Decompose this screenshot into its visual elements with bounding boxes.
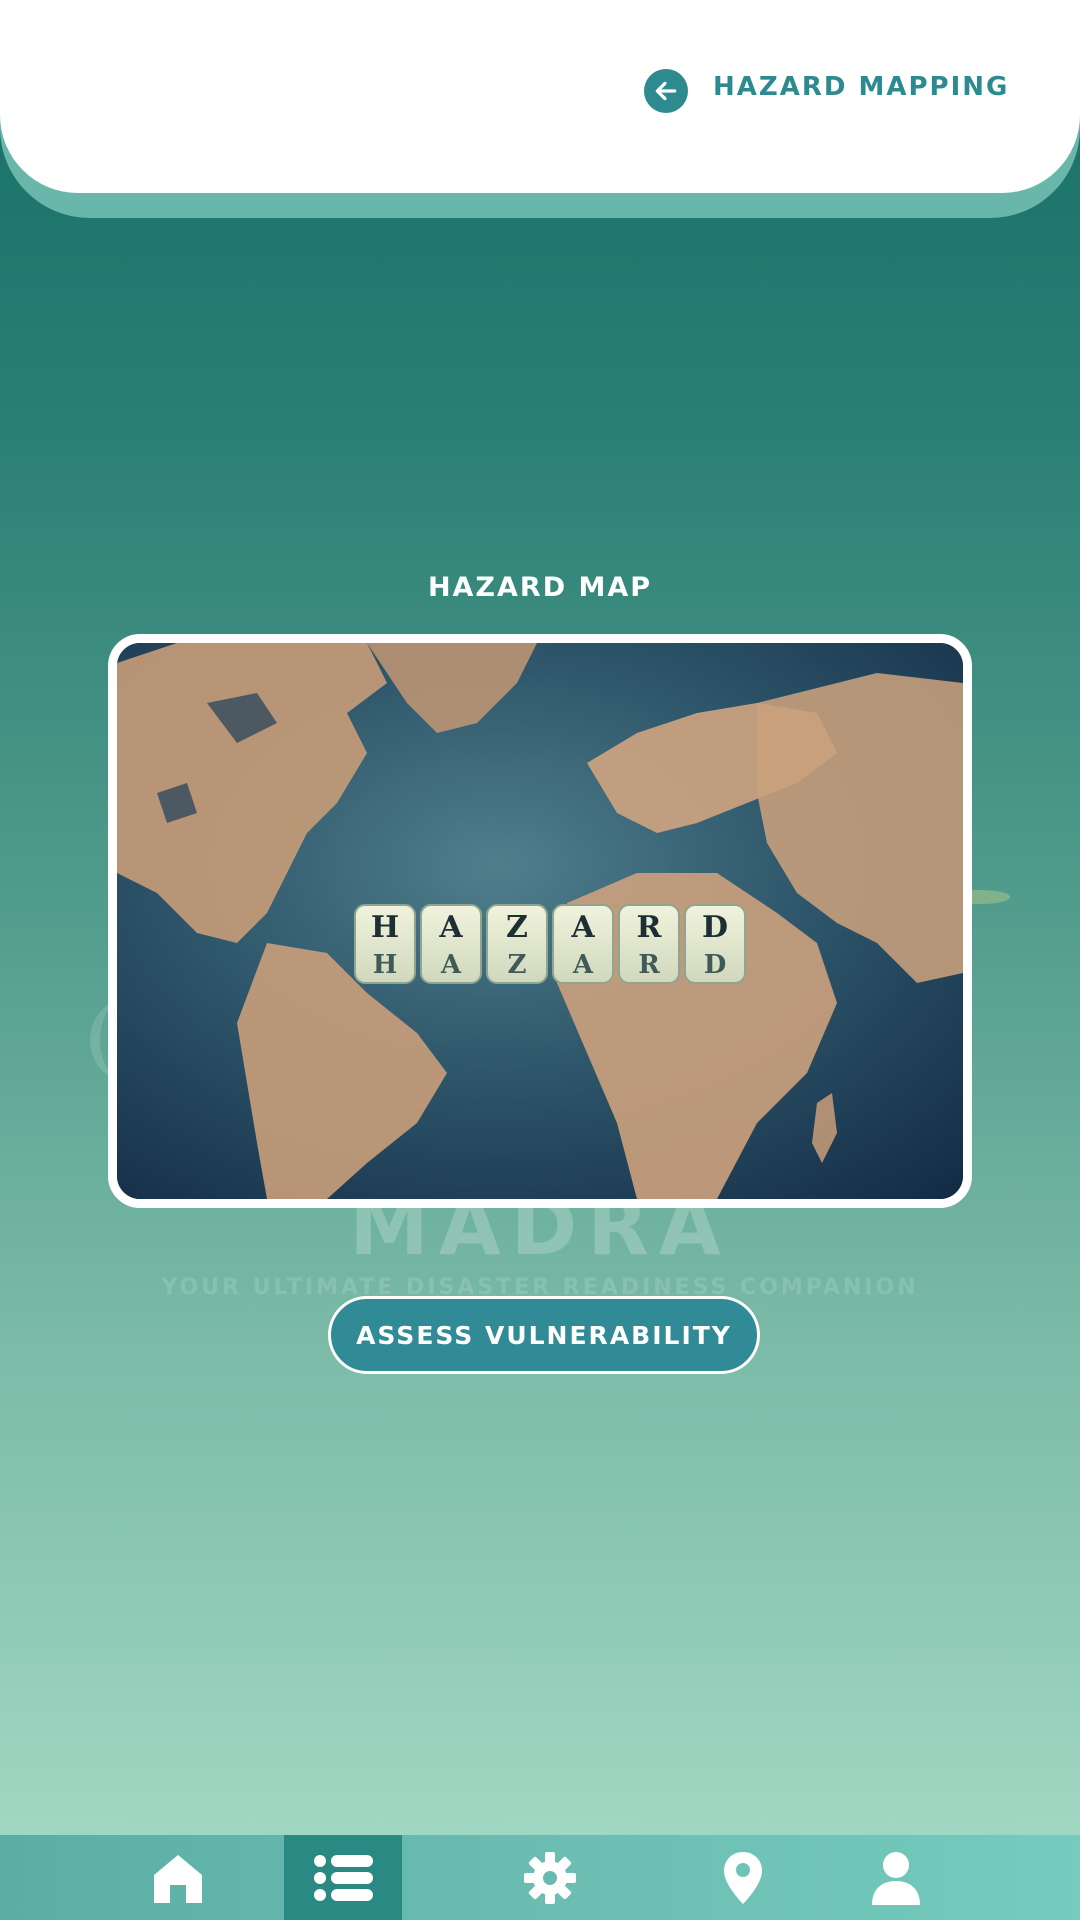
nav-list[interactable] <box>284 1835 402 1920</box>
gear-icon <box>524 1851 576 1904</box>
page-title: HAZARD MAPPING <box>713 72 1010 102</box>
back-button[interactable] <box>644 69 688 113</box>
user-icon <box>872 1851 920 1905</box>
svg-text:A: A <box>440 950 462 980</box>
arrow-left-icon <box>655 81 677 101</box>
hazard-map-image: H H A A Z Z A A R R D D <box>108 634 972 1208</box>
list-icon <box>314 1854 373 1901</box>
home-icon <box>154 1854 202 1903</box>
svg-text:D: D <box>704 950 727 980</box>
svg-text:D: D <box>702 910 728 945</box>
bottom-nav <box>0 1835 1080 1920</box>
section-title: HAZARD MAP <box>427 572 653 603</box>
svg-text:A: A <box>438 910 463 945</box>
nav-settings[interactable] <box>500 1835 600 1920</box>
assess-vulnerability-button[interactable]: ASSESS VULNERABILITY <box>328 1296 760 1374</box>
nav-location[interactable] <box>693 1835 793 1920</box>
svg-text:R: R <box>637 910 663 945</box>
nav-home[interactable] <box>128 1835 228 1920</box>
svg-text:H: H <box>371 910 399 945</box>
svg-text:Z: Z <box>506 910 528 945</box>
nav-profile[interactable] <box>846 1835 946 1920</box>
svg-text:R: R <box>638 950 660 980</box>
map-pin-icon <box>724 1851 762 1904</box>
svg-text:A: A <box>570 910 595 945</box>
svg-text:Z: Z <box>508 950 527 980</box>
svg-text:A: A <box>572 950 594 980</box>
app-header: HAZARD MAPPING <box>0 0 1080 193</box>
svg-text:H: H <box>373 950 398 980</box>
